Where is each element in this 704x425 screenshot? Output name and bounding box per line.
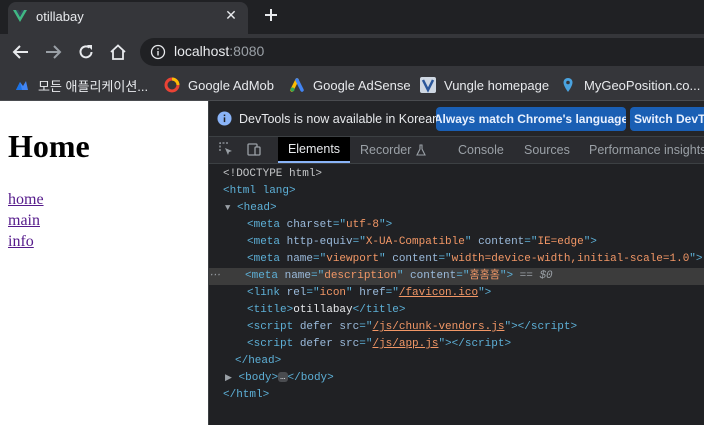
admob-icon — [164, 77, 180, 93]
bookmark-mygeoposition[interactable]: MyGeoPosition.co... — [560, 70, 700, 100]
infobar-message: DevTools is now available in Korean! — [239, 112, 443, 126]
tab-elements[interactable]: Elements — [278, 137, 350, 163]
page-title: Home — [8, 128, 90, 164]
bookmark-label: MyGeoPosition.co... — [584, 77, 701, 93]
url-host: localhost — [174, 43, 230, 59]
dom-line-html-close[interactable]: </html> — [209, 387, 704, 404]
dom-tree: <!DOCTYPE html> <html lang> ▼ <head> <me… — [209, 164, 704, 425]
dom-line-head-close[interactable]: </head> — [209, 353, 704, 370]
info-icon — [217, 111, 232, 126]
home-icon[interactable] — [109, 43, 127, 61]
adsense-icon — [290, 78, 304, 92]
expand-triangle-icon[interactable]: ▼ — [209, 203, 230, 213]
bookmark-label: Vungle homepage — [444, 77, 550, 93]
location-pin-icon — [563, 78, 573, 92]
inspect-element-icon[interactable] — [218, 141, 234, 157]
bookmark-label: 모든 애플리케이션... — [38, 78, 149, 94]
bookmark-admob[interactable]: Google AdMob — [164, 70, 274, 100]
bookmark-apps[interactable]: 모든 애플리케이션... — [14, 70, 148, 100]
row-options-icon[interactable]: ⋯ — [209, 270, 220, 282]
tab-console[interactable]: Console — [458, 137, 504, 163]
tab-performance-insights[interactable]: Performance insights — [589, 137, 704, 163]
device-toolbar-icon[interactable] — [246, 141, 262, 157]
dom-line-meta-viewport[interactable]: <meta name="viewport" content="width=dev… — [209, 251, 704, 268]
dom-line-meta-charset[interactable]: <meta charset="utf-8"> — [209, 217, 704, 234]
dom-line-body[interactable]: ▶ <body>… </body> — [209, 370, 704, 387]
vungle-icon — [420, 77, 436, 93]
match-language-button[interactable]: Always match Chrome's language — [436, 107, 626, 131]
bookmark-vungle[interactable]: Vungle homepage — [420, 70, 549, 100]
tab-recorder[interactable]: Recorder — [360, 137, 427, 163]
apps-icon — [16, 81, 28, 90]
bookmark-adsense[interactable]: Google AdSense — [289, 70, 411, 100]
dom-line-link-icon[interactable]: <link rel="icon" href="/favicon.ico"> — [209, 285, 704, 302]
dom-line-script-app[interactable]: <script defer src="/js/app.js"></script> — [209, 336, 704, 353]
close-tab-icon[interactable]: ✕ — [222, 6, 240, 24]
tab-sources[interactable]: Sources — [524, 137, 570, 163]
bookmark-label: Google AdMob — [188, 77, 275, 93]
dom-line-doctype[interactable]: <!DOCTYPE html> — [209, 166, 704, 183]
back-arrow-icon[interactable] — [12, 43, 30, 61]
bookmark-label: Google AdSense — [313, 77, 411, 93]
site-info-icon[interactable] — [150, 44, 166, 60]
collapse-triangle-icon[interactable]: ▶ — [209, 373, 232, 383]
nav-link-home[interactable]: home — [8, 191, 44, 209]
switch-devtools-button[interactable]: Switch DevTo — [630, 107, 704, 131]
new-tab-icon[interactable] — [262, 6, 280, 24]
nav-link-info[interactable]: info — [8, 233, 34, 251]
dom-line-head[interactable]: ▼ <head> — [209, 200, 704, 217]
dom-line-meta-description-selected[interactable]: ⋯ <meta name="description" content="홈홈홈">… — [209, 268, 704, 285]
forward-arrow-icon[interactable] — [44, 43, 62, 61]
dom-line-title[interactable]: <title>otillabay</title> — [209, 302, 704, 319]
url-port: :8080 — [229, 43, 265, 59]
dom-line-script-vendors[interactable]: <script defer src="/js/chunk-vendors.js"… — [209, 319, 704, 336]
dom-line-meta-compat[interactable]: <meta http-equiv="X-UA-Compatible" conte… — [209, 234, 704, 251]
dom-line-html[interactable]: <html lang> — [209, 183, 704, 200]
reload-icon[interactable] — [77, 43, 95, 61]
flask-icon — [416, 144, 427, 156]
vue-logo-icon — [13, 10, 27, 22]
tab-title: otillabay — [36, 9, 84, 24]
url-text[interactable]: localhost:8080 — [174, 43, 264, 59]
tab-label: Recorder — [360, 143, 412, 157]
ellipsis-badge[interactable]: … — [278, 372, 288, 383]
nav-link-main[interactable]: main — [8, 212, 40, 230]
